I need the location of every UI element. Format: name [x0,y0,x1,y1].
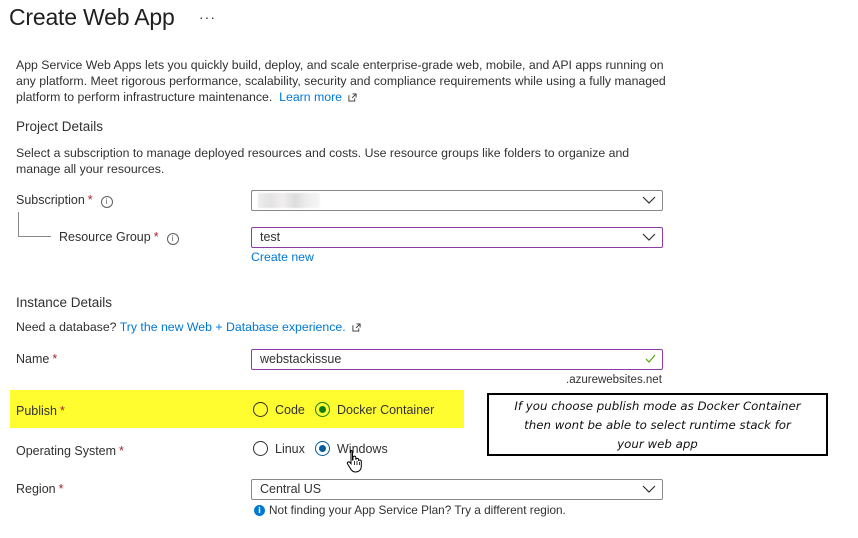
external-link-icon [348,93,358,102]
annotation-callout: If you choose publish mode as Docker Con… [487,393,828,456]
project-details-description: Select a subscription to manage deployed… [16,146,630,176]
region-label-text: Region [16,482,56,496]
resource-group-select[interactable]: test [251,227,663,248]
os-option-linux-label: Linux [275,441,305,456]
region-hint: i Not finding your App Service Plan? Try… [254,503,566,517]
resource-group-value: test [260,230,281,244]
required-asterisk: * [119,444,124,458]
external-link-icon [352,323,361,332]
page-title: Create Web App [9,4,175,30]
more-actions-button[interactable]: ··· [199,9,216,25]
operating-system-label-text: Operating System [16,444,117,458]
valid-check-icon [645,354,656,363]
resource-group-label-text: Resource Group [59,230,151,244]
required-asterisk: * [153,230,159,244]
domain-suffix: .azurewebsites.net [566,374,662,386]
tree-connector [18,212,51,237]
subscription-value-redacted [258,193,320,208]
radio-selected-icon[interactable] [315,402,330,417]
publish-option-code[interactable]: Code [253,402,305,417]
region-hint-text: Not finding your App Service Plan? Try a… [269,503,566,517]
annotation-line: then wont be able to select runtime stac… [524,418,791,432]
intro-description: App Service Web Apps lets you quickly bu… [16,57,676,105]
publish-option-code-label: Code [275,402,305,417]
annotation-line: If you choose publish mode as Docker Con… [514,399,801,413]
region-select[interactable]: Central US [251,479,663,500]
radio-unselected-icon[interactable] [253,441,268,456]
required-asterisk: * [60,404,65,418]
name-label-text: Name [16,352,50,366]
name-input[interactable]: webstackissue [251,349,663,370]
radio-selected-icon[interactable] [315,441,330,456]
subscription-select[interactable] [251,190,663,211]
required-asterisk: * [58,482,64,496]
os-option-linux[interactable]: Linux [253,441,305,456]
operating-system-label: Operating System * [16,444,124,458]
name-value: webstackissue [260,352,342,366]
database-prompt-text: Need a database? [16,320,117,334]
annotation-line: your web app [617,437,698,451]
info-icon[interactable]: i [100,196,113,208]
web-database-link[interactable]: Try the new Web + Database experience. [120,320,346,334]
publish-option-docker-label: Docker Container [337,402,435,417]
chevron-down-icon [642,233,656,241]
chevron-down-icon [642,485,656,493]
publish-option-docker[interactable]: Docker Container [315,402,434,417]
instance-details-heading: Instance Details [16,295,113,310]
project-details-heading: Project Details [16,119,104,134]
resource-group-label: Resource Group * i [59,230,179,245]
radio-unselected-icon[interactable] [253,402,268,417]
publish-label-text: Publish [16,404,57,418]
required-asterisk: * [52,352,58,366]
name-label: Name * [16,352,57,366]
create-new-link[interactable]: Create new [251,250,314,264]
publish-label: Publish * [16,404,65,418]
region-value: Central US [260,482,322,496]
hand-pointer-cursor-icon [346,449,362,473]
info-filled-icon: i [254,504,265,516]
required-asterisk: * [87,193,93,207]
database-prompt: Need a database? Try the new Web + Datab… [16,320,361,334]
region-label: Region * [16,482,64,496]
info-icon[interactable]: i [166,233,179,245]
chevron-down-icon [642,196,656,204]
subscription-label-text: Subscription [16,193,85,207]
subscription-label: Subscription * i [16,193,113,208]
learn-more-link[interactable]: Learn more [279,90,342,104]
